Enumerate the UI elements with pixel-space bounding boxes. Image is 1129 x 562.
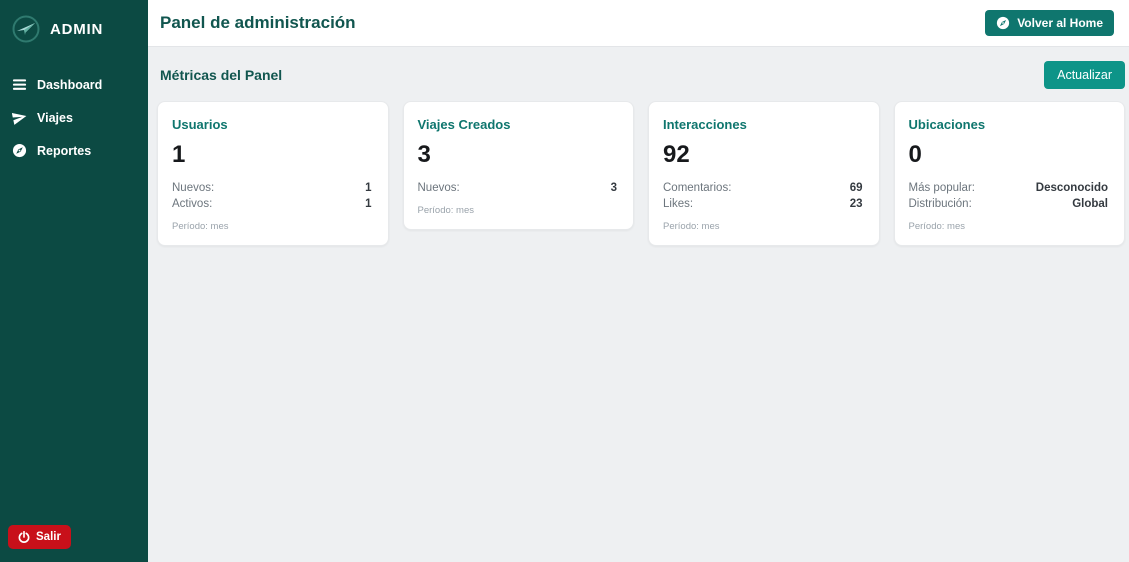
sidebar-item-dashboard[interactable]: Dashboard <box>0 68 148 101</box>
card-metric-row: Más popular: Desconocido <box>909 180 1109 196</box>
logout-label: Salir <box>36 531 61 543</box>
logo: ADMIN <box>0 0 148 62</box>
card-title: Ubicaciones <box>908 117 986 132</box>
sidebar-item-reportes[interactable]: Reportes <box>0 134 148 167</box>
metric-label: Comentarios: <box>663 182 732 194</box>
sidebar-item-label: Viajes <box>37 110 73 125</box>
metric-label: Distribución: <box>908 198 972 210</box>
metric-label: Activos: <box>172 198 213 210</box>
logout-button[interactable]: Salir <box>8 525 71 549</box>
power-icon <box>18 531 30 543</box>
metric-label: Nuevos: <box>417 182 460 194</box>
card-metric-row: Distribución: Global <box>909 196 1109 212</box>
metric-card-ubicaciones: Ubicaciones 0 Más popular: Desconocido D… <box>893 101 1125 246</box>
card-metric-row: Comentarios: 69 <box>663 180 863 196</box>
compass-icon <box>996 16 1010 30</box>
card-value: 3 <box>417 141 431 168</box>
metric-card-interacciones: Interacciones 92 Comentarios: 69 Likes: … <box>648 101 880 246</box>
card-title: Usuarios <box>172 117 228 132</box>
card-value: 92 <box>663 141 690 168</box>
metric-card-viajes-creados: Viajes Creados 3 Nuevos: 3 Período: mes <box>402 101 634 230</box>
metric-value: 1 <box>365 198 372 210</box>
sidebar-item-label: Dashboard <box>37 77 103 92</box>
card-period: Período: mes <box>172 221 229 232</box>
card-metric-row: Likes: 23 <box>663 196 863 212</box>
back-home-label: Volver al Home <box>1017 16 1103 30</box>
page-title: Panel de administración <box>160 13 356 32</box>
paper-plane-logo-icon <box>11 14 41 44</box>
sidebar-nav: Dashboard Viajes Reportes <box>0 68 148 167</box>
metric-value: 1 <box>365 182 372 194</box>
card-period: Período: mes <box>417 205 475 216</box>
compass-icon <box>12 143 27 158</box>
metrics-section-title: Métricas del Panel <box>160 67 283 83</box>
metric-cards-row: Usuarios 1 Nuevos: 1 Activos: 1 Período:… <box>148 101 1129 246</box>
metric-label: Nuevos: <box>172 182 215 194</box>
card-value: 1 <box>172 141 186 168</box>
metric-card-usuarios: Usuarios 1 Nuevos: 1 Activos: 1 Período:… <box>157 101 389 246</box>
sidebar-item-label: Reportes <box>37 143 92 158</box>
card-metric-row: Activos: 1 <box>172 196 372 212</box>
metric-value: 3 <box>610 182 617 194</box>
top-header: Panel de administración Volver al Home <box>148 0 1129 47</box>
metric-value: 69 <box>849 182 863 194</box>
metric-value: 23 <box>849 198 863 210</box>
logo-text: ADMIN <box>50 20 104 38</box>
main-area: Panel de administración Volver al Home M… <box>148 0 1129 562</box>
card-value: 0 <box>908 141 922 168</box>
admin-app: ADMIN Dashboard Viajes Reportes Salir Pa… <box>0 0 1129 562</box>
metrics-section-header: Métricas del Panel Actualizar <box>148 47 1129 101</box>
card-period: Período: mes <box>908 221 966 232</box>
card-metric-row: Nuevos: 3 <box>418 180 618 196</box>
bars-icon <box>12 77 27 92</box>
card-title: Viajes Creados <box>417 117 511 132</box>
refresh-button[interactable]: Actualizar <box>1044 61 1125 89</box>
paper-plane-icon <box>12 110 27 125</box>
metrics-content: Métricas del Panel Actualizar Usuarios 1… <box>148 47 1129 562</box>
sidebar-item-viajes[interactable]: Viajes <box>0 101 148 134</box>
card-period: Período: mes <box>663 221 720 232</box>
metric-label: Likes: <box>663 198 694 210</box>
metric-value: Desconocido <box>1035 182 1108 194</box>
metric-value: Global <box>1072 198 1108 210</box>
back-home-button[interactable]: Volver al Home <box>985 10 1114 36</box>
sidebar: ADMIN Dashboard Viajes Reportes Salir <box>0 0 148 562</box>
metric-label: Más popular: <box>908 182 975 194</box>
card-title: Interacciones <box>663 117 747 132</box>
card-metric-row: Nuevos: 1 <box>172 180 372 196</box>
